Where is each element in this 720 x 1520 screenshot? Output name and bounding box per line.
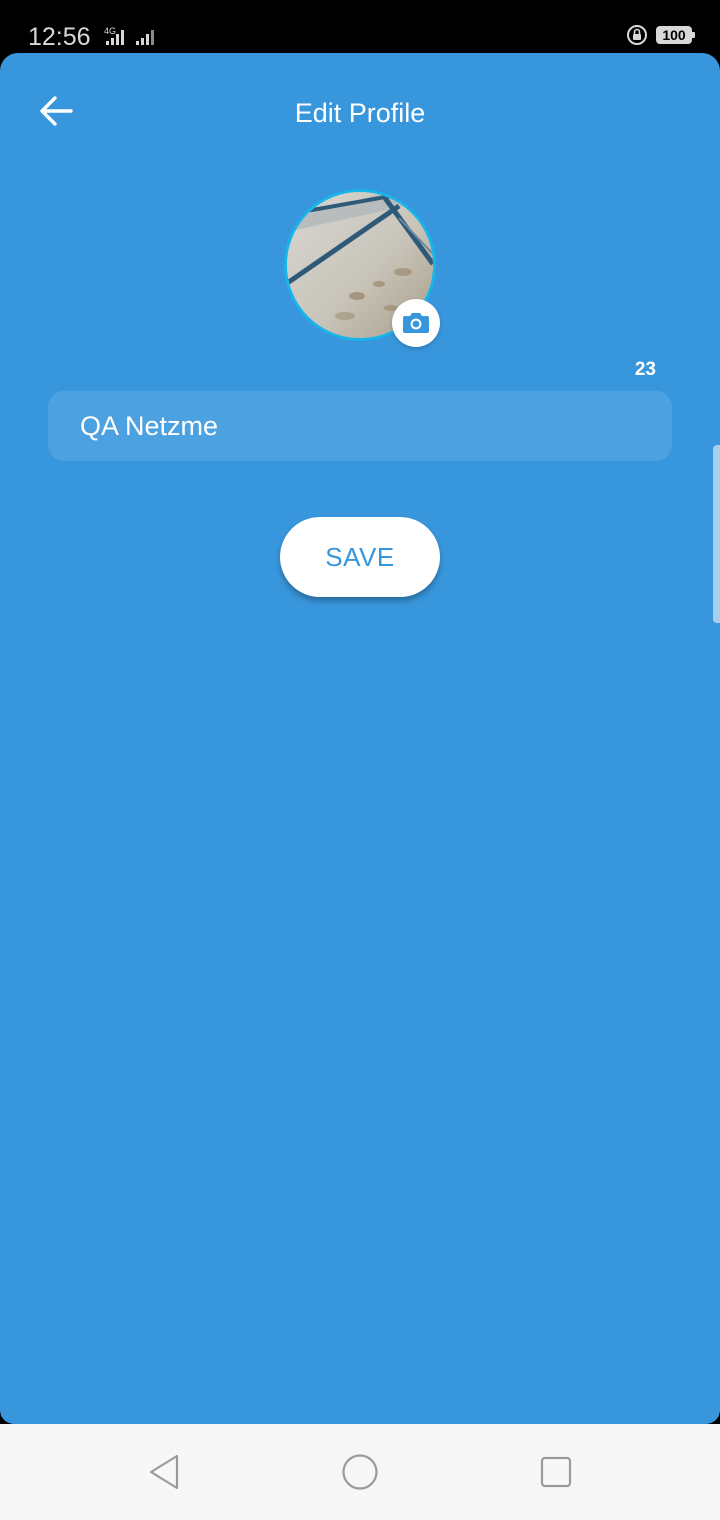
- avatar-container: [284, 189, 440, 347]
- edit-profile-screen: Edit Profile 23 QA Netzme SAVE: [0, 53, 720, 1424]
- back-triangle-icon: [149, 1454, 179, 1490]
- name-character-counter: 23: [634, 359, 656, 380]
- save-button[interactable]: SAVE: [280, 517, 440, 597]
- signal-icon: [106, 30, 124, 45]
- nav-home-button[interactable]: [340, 1452, 380, 1492]
- home-circle-icon: [342, 1454, 378, 1490]
- signal-icon: [136, 30, 154, 45]
- status-time: 12:56: [28, 23, 91, 51]
- nav-recents-button[interactable]: [536, 1452, 576, 1492]
- camera-icon: [403, 313, 429, 333]
- name-input-value: QA Netzme: [80, 410, 219, 441]
- status-right-group: 100: [626, 24, 695, 46]
- save-button-label: SAVE: [325, 541, 395, 572]
- name-input[interactable]: QA Netzme: [48, 391, 672, 461]
- scrollbar[interactable]: [713, 445, 720, 623]
- page-title: Edit Profile: [294, 98, 426, 128]
- rotation-lock-icon: [627, 25, 647, 45]
- battery-icon: 100: [656, 26, 695, 44]
- nav-back-button[interactable]: [144, 1452, 184, 1492]
- recents-square-icon: [540, 1456, 572, 1488]
- system-navigation-bar: [0, 1424, 720, 1520]
- change-photo-button[interactable]: [392, 299, 440, 347]
- battery-level: 100: [662, 27, 686, 43]
- status-bar: 12:56 4G 100: [0, 0, 720, 60]
